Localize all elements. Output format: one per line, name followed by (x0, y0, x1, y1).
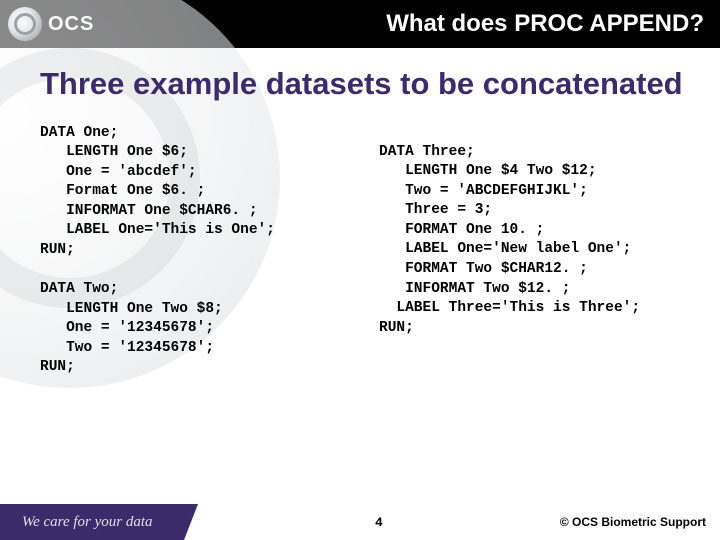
code-columns: DATA One; LENGTH One $6; One = 'abcdef';… (40, 124, 698, 378)
footer-bar: We care for your data 4 © OCS Biometric … (0, 504, 720, 540)
footer-copyright: © OCS Biometric Support (560, 515, 720, 529)
code-block-left: DATA One; LENGTH One $6; One = 'abcdef';… (40, 124, 359, 378)
code-block-right: DATA Three; LENGTH One $4 Two $12; Two =… (379, 124, 698, 378)
page-number: 4 (198, 515, 560, 530)
footer-tagline: We care for your data (18, 504, 198, 540)
section-title: Three example datasets to be concatenate… (40, 66, 698, 102)
page-title: What does PROC APPEND? (386, 10, 704, 38)
content-area: Three example datasets to be concatenate… (0, 48, 720, 504)
footer-accent (0, 504, 18, 540)
